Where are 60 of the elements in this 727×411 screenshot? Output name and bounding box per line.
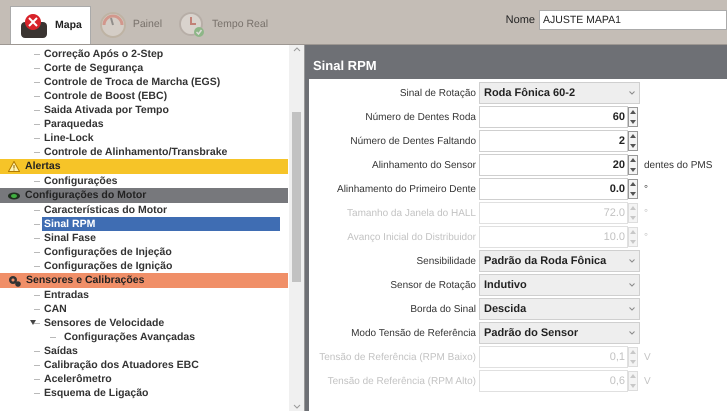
name-field[interactable]: AJUSTE MAPA1 <box>539 10 727 30</box>
tree-item[interactable]: Correção Após o 2-Step <box>42 47 166 61</box>
dropdown[interactable]: Descida <box>479 298 640 320</box>
panel-title: Sinal RPM <box>313 56 377 74</box>
field-label: Sinal de Rotação <box>398 86 477 100</box>
tree-item[interactable]: CAN <box>42 302 69 316</box>
unit-label: ° <box>644 182 648 196</box>
tree-item[interactable]: Configurações de Injeção <box>42 245 174 259</box>
dropdown[interactable]: Roda Fônica 60-2 <box>479 82 640 104</box>
tree-item[interactable]: Line-Lock <box>42 131 96 145</box>
tree-item[interactable]: Controle de Alinhamento/Transbrake <box>42 145 230 159</box>
field-label: Sensor de Rotação <box>389 278 477 292</box>
unit-label: V <box>644 350 651 364</box>
group-label: Sensores e Calibrações <box>26 272 144 288</box>
dropdown[interactable]: Padrão da Roda Fônica <box>479 250 640 272</box>
tree-item[interactable]: Controle de Troca de Marcha (EGS) <box>42 75 222 89</box>
field-label: Número de Dentes Roda <box>364 110 477 124</box>
tree-item[interactable]: Saida Ativada por Tempo <box>42 103 171 117</box>
unit-label: dentes do PMS <box>644 158 712 172</box>
group-label: Alertas <box>25 158 61 174</box>
unit-label: ° <box>644 230 648 244</box>
tree-item[interactable]: Saídas <box>42 344 80 358</box>
tree-item[interactable]: Controle de Boost (EBC) <box>42 89 170 103</box>
tree-item[interactable]: Configurações <box>42 174 120 188</box>
tree-item[interactable]: Configurações de Ignição <box>42 259 174 273</box>
name-label: Nome <box>506 12 535 28</box>
tree-group-header[interactable]: Sensores e Calibrações <box>0 273 288 288</box>
field-label: Sensibilidade <box>416 254 477 268</box>
field-label: Borda do Sinal <box>409 302 477 316</box>
field-label: Alinhamento do Primeiro Dente <box>336 182 477 196</box>
tree-item[interactable]: Características do Motor <box>42 203 170 217</box>
dropdown[interactable]: Padrão do Sensor <box>479 322 640 344</box>
field-label: Modo Tensão de Referência <box>350 326 477 340</box>
number-field[interactable]: 20 <box>479 154 628 176</box>
tree-group-header[interactable]: Alertas <box>0 159 288 174</box>
field-label: Avanço Inicial do Distribuidor <box>346 230 477 244</box>
field-label: Tensão de Referência (RPM Alto) <box>326 374 477 388</box>
tree-item[interactable]: Sinal RPM <box>42 217 280 231</box>
tree-item[interactable]: Sensores de Velocidade <box>42 316 166 330</box>
dropdown[interactable]: Indutivo <box>479 274 640 296</box>
tree-item[interactable]: Calibração dos Atuadores EBC <box>42 358 201 372</box>
tree-item[interactable]: Acelerômetro <box>42 372 114 386</box>
unit-label: ° <box>644 206 648 220</box>
tree-item[interactable]: Entradas <box>42 288 91 302</box>
field-label: Alinhamento do Sensor <box>371 158 477 172</box>
tree-item[interactable]: Configurações Avançadas <box>62 330 198 344</box>
field-label: Tensão de Referência (RPM Baixo) <box>318 350 477 364</box>
field-label: Número de Dentes Faltando <box>349 134 477 148</box>
tree-item[interactable]: Corte de Segurança <box>42 61 146 75</box>
number-field[interactable]: 60 <box>479 106 628 128</box>
number-field[interactable]: 2 <box>479 130 628 152</box>
tree-item[interactable]: Esquema de Ligação <box>42 386 150 400</box>
tree-item[interactable]: Paraquedas <box>42 117 106 131</box>
tree-item[interactable]: Sinal Fase <box>42 231 98 245</box>
unit-label: V <box>644 374 651 388</box>
field-label: Tamanho da Janela do HALL <box>346 206 477 220</box>
toolbar-tab[interactable]: Mapa <box>10 6 91 44</box>
group-label: Configurações do Motor <box>25 188 146 203</box>
tree-group-header[interactable]: Configurações do Motor <box>0 188 288 203</box>
number-field[interactable]: 0.0 <box>479 178 628 200</box>
